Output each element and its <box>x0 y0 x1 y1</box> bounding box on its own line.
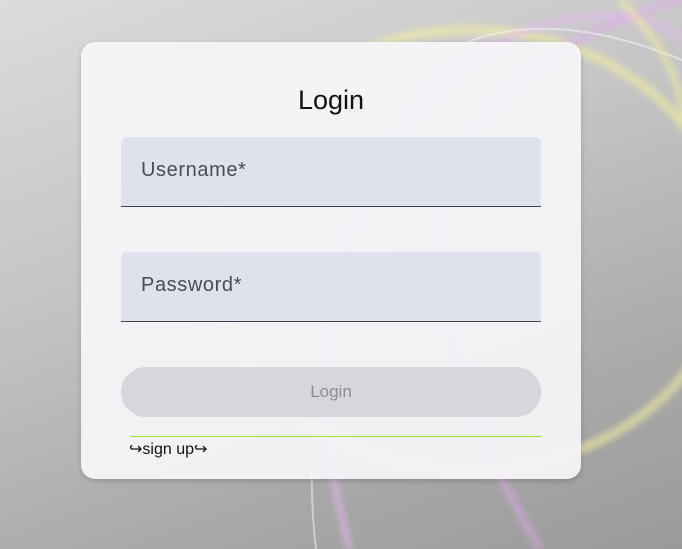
password-label: Password* <box>141 274 242 296</box>
username-label: Username* <box>141 159 247 181</box>
signup-link[interactable]: ↪sign up↪ <box>129 440 207 460</box>
login-button[interactable]: Login <box>121 367 541 417</box>
signup-divider <box>131 436 541 437</box>
username-field[interactable]: Username* <box>121 137 541 207</box>
login-card: Login Username* Password* Login ↪sign up… <box>81 42 581 479</box>
password-field[interactable]: Password* <box>121 252 541 322</box>
login-title: Login <box>297 85 365 115</box>
